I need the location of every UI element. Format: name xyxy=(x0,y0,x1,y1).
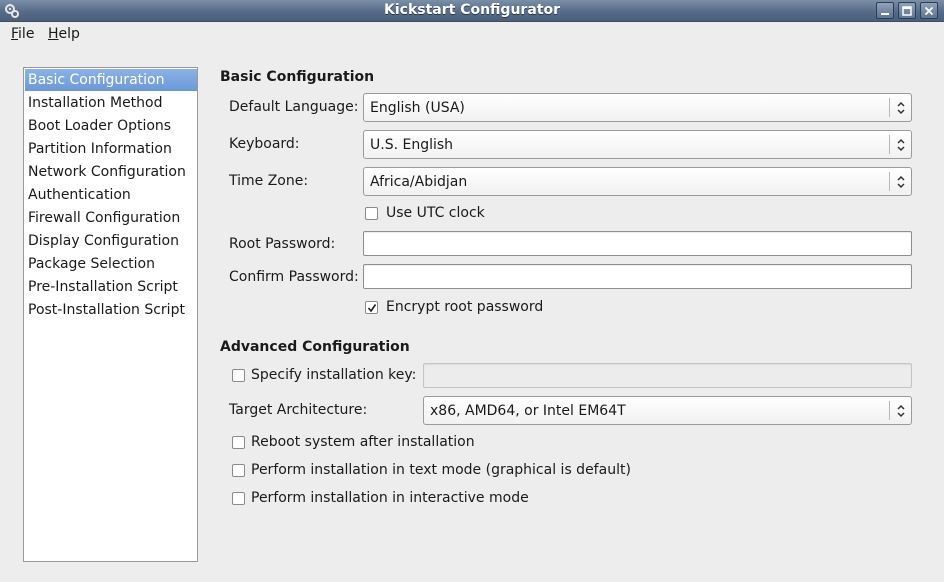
sidebar-item-firewall-configuration[interactable]: Firewall Configuration xyxy=(25,207,197,229)
window-title: Kickstart Configurator xyxy=(384,2,560,18)
sidebar-item-installation-method[interactable]: Installation Method xyxy=(25,92,197,114)
combo-arrows-icon xyxy=(897,101,905,115)
combo-separator xyxy=(889,135,890,154)
sidebar-item-network-configuration[interactable]: Network Configuration xyxy=(25,161,197,183)
time-zone-label: Time Zone: xyxy=(229,173,309,189)
sidebar-item-partition-information[interactable]: Partition Information xyxy=(25,138,197,160)
section-list[interactable]: Basic Configuration Installation Method … xyxy=(23,67,198,562)
menu-help-mnemonic: H xyxy=(48,26,59,42)
sidebar-item-display-configuration[interactable]: Display Configuration xyxy=(25,230,197,252)
confirm-password-label: Confirm Password: xyxy=(229,269,359,285)
menu-file-mnemonic: F xyxy=(11,26,19,42)
combo-arrows-icon xyxy=(897,175,905,189)
interactive-mode-label: Perform installation in interactive mode xyxy=(251,490,529,506)
unchecked-box-icon[interactable] xyxy=(232,436,245,449)
basic-configuration-heading: Basic Configuration xyxy=(220,69,375,85)
close-icon xyxy=(924,6,934,16)
keyboard-value: U.S. English xyxy=(370,137,454,153)
unchecked-box-icon[interactable] xyxy=(232,492,245,505)
sidebar-item-pre-installation-script[interactable]: Pre-Installation Script xyxy=(25,276,197,298)
menu-help[interactable]: Help xyxy=(48,26,80,42)
encrypt-root-password-label: Encrypt root password xyxy=(386,299,544,315)
minimize-button[interactable] xyxy=(876,2,894,19)
target-architecture-combo[interactable]: x86, AMD64, or Intel EM64T xyxy=(423,396,912,425)
sidebar-item-basic-configuration[interactable]: Basic Configuration xyxy=(25,69,197,91)
sidebar-item-package-selection[interactable]: Package Selection xyxy=(25,253,197,275)
combo-separator xyxy=(889,98,890,117)
advanced-configuration-heading: Advanced Configuration xyxy=(220,339,410,355)
unchecked-box-icon[interactable] xyxy=(365,207,378,220)
utc-clock-label: Use UTC clock xyxy=(386,205,485,221)
menu-file-label: ile xyxy=(18,26,35,42)
default-language-label: Default Language: xyxy=(229,99,359,115)
reboot-label: Reboot system after installation xyxy=(251,434,475,450)
maximize-button[interactable] xyxy=(898,2,916,19)
checked-box-icon[interactable] xyxy=(365,301,378,314)
default-language-combo[interactable]: English (USA) xyxy=(363,93,912,122)
combo-separator xyxy=(889,401,890,420)
installation-key-label: Specify installation key: xyxy=(251,367,417,383)
default-language-value: English (USA) xyxy=(370,100,465,116)
close-button[interactable] xyxy=(920,2,938,19)
sidebar-item-boot-loader-options[interactable]: Boot Loader Options xyxy=(25,115,197,137)
root-password-field[interactable] xyxy=(363,231,912,256)
combo-arrows-icon xyxy=(897,138,905,152)
title-bar[interactable]: Kickstart Configurator xyxy=(0,0,944,22)
menu-help-label: elp xyxy=(58,26,80,42)
time-zone-value: Africa/Abidjan xyxy=(370,174,468,190)
root-password-label: Root Password: xyxy=(229,236,336,252)
keyboard-label: Keyboard: xyxy=(229,136,300,152)
confirm-password-field[interactable] xyxy=(363,264,912,289)
installation-key-field xyxy=(423,363,912,388)
maximize-icon xyxy=(902,6,912,16)
target-architecture-value: x86, AMD64, or Intel EM64T xyxy=(430,403,626,419)
menu-bar: File Help xyxy=(0,22,944,47)
unchecked-box-icon[interactable] xyxy=(232,369,245,382)
root-password-input[interactable] xyxy=(364,232,911,255)
installation-key-input xyxy=(424,364,911,387)
checkmark-icon xyxy=(367,304,377,313)
keyboard-combo[interactable]: U.S. English xyxy=(363,130,912,159)
sidebar-item-authentication[interactable]: Authentication xyxy=(25,184,197,206)
sidebar-item-post-installation-script[interactable]: Post-Installation Script xyxy=(25,299,197,321)
combo-arrows-icon xyxy=(897,404,905,418)
unchecked-box-icon[interactable] xyxy=(232,464,245,477)
text-mode-label: Perform installation in text mode (graph… xyxy=(251,462,631,478)
confirm-password-input[interactable] xyxy=(364,265,911,288)
time-zone-combo[interactable]: Africa/Abidjan xyxy=(363,167,912,196)
combo-separator xyxy=(889,172,890,191)
minimize-icon xyxy=(881,13,889,15)
menu-file[interactable]: File xyxy=(11,26,34,42)
target-architecture-label: Target Architecture: xyxy=(229,402,368,418)
